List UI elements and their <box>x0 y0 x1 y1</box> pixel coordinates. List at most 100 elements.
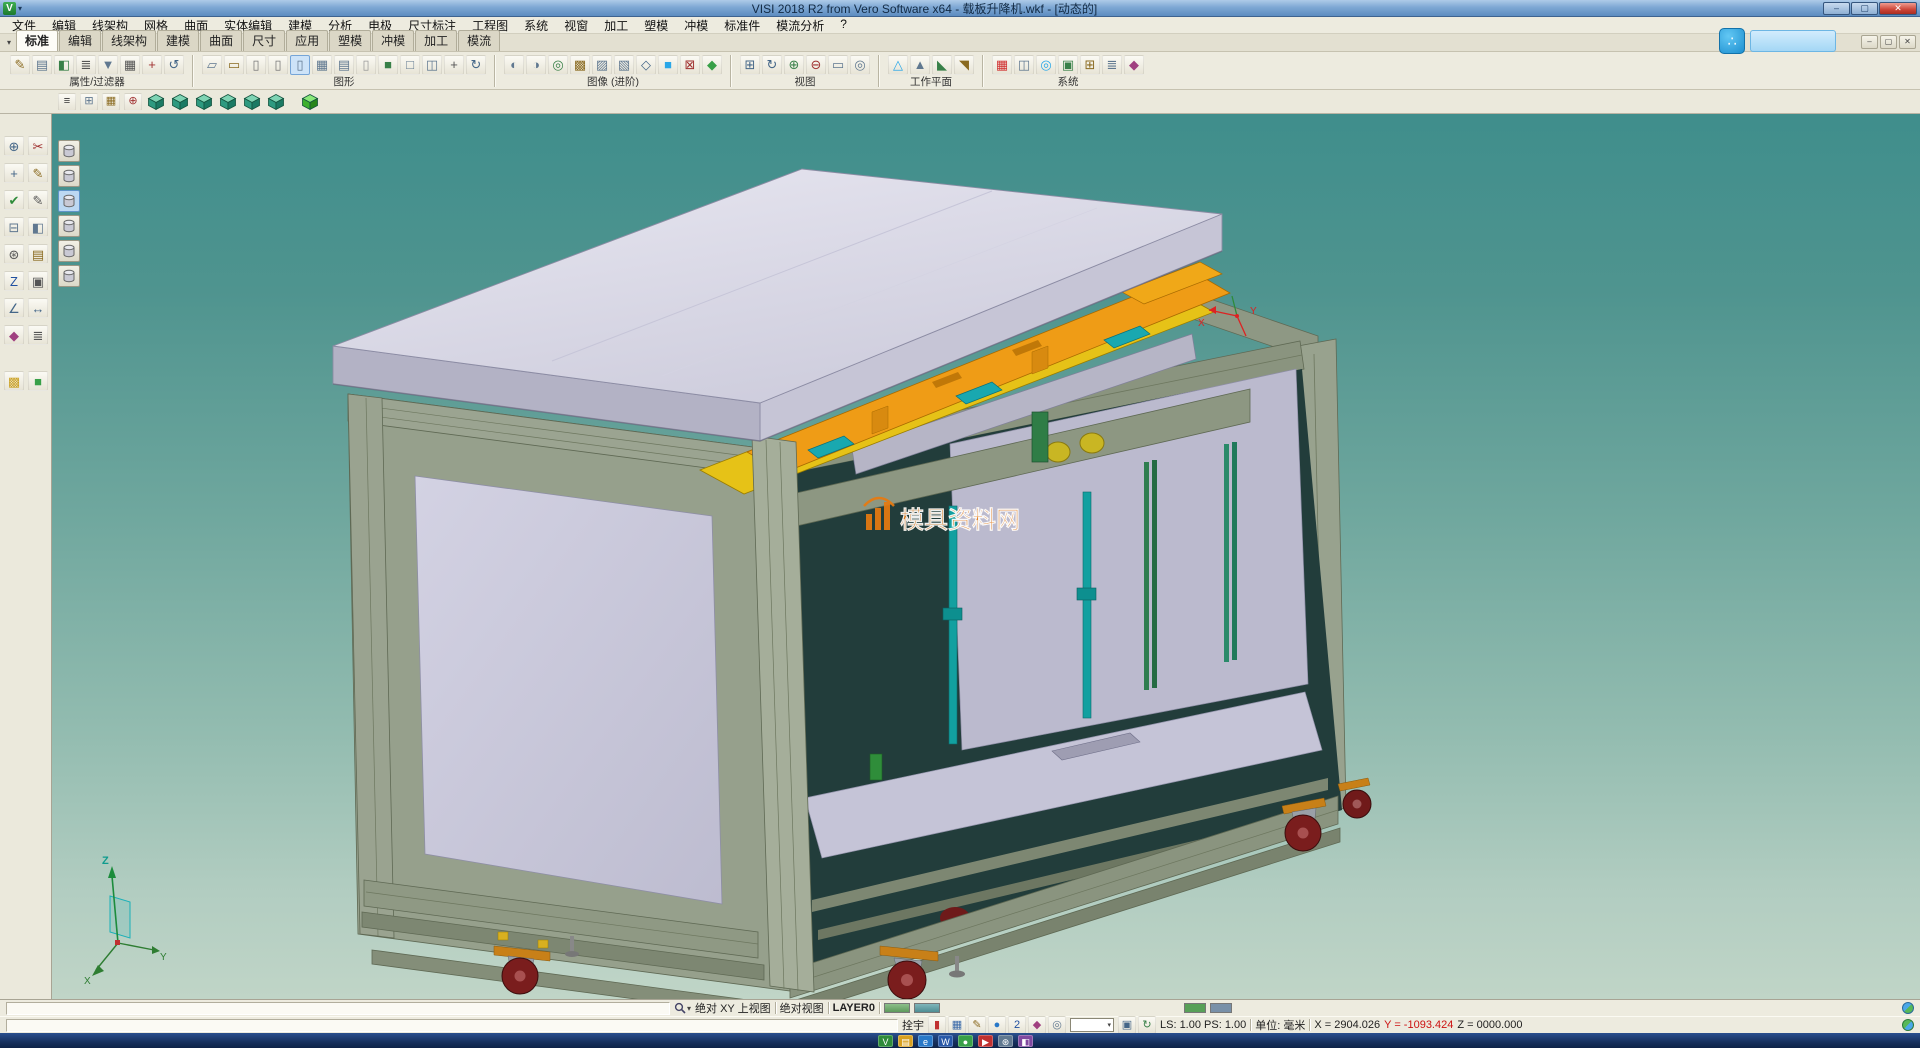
snap-lock-label[interactable]: 拴宇 <box>902 1017 924 1033</box>
grid-display-icon[interactable]: ▦ <box>312 55 332 75</box>
color-filter-icon[interactable]: ◧ <box>54 55 74 75</box>
display-section-icon[interactable] <box>58 265 80 287</box>
active-layer-label[interactable]: LAYER0 <box>833 1002 875 1014</box>
menu-item-17[interactable]: 标准件 <box>716 17 768 34</box>
save-icon[interactable]: ▣ <box>1118 1016 1136 1034</box>
tab-7[interactable]: 应用 <box>286 30 328 51</box>
material-icon[interactable]: ■ <box>658 55 678 75</box>
hatch-icon[interactable]: ▨ <box>592 55 612 75</box>
zoom-tool-icon[interactable]: ⊕ <box>4 136 24 156</box>
new-graphic-icon[interactable]: ▱ <box>202 55 222 75</box>
taskbar-doc-icon[interactable]: W <box>938 1035 953 1047</box>
taskbar-tools-icon[interactable]: ⊛ <box>998 1035 1013 1047</box>
taskbar-chat-icon[interactable]: ● <box>958 1035 973 1047</box>
display-shaded-icon[interactable] <box>58 190 80 212</box>
view-cube-side-icon[interactable] <box>194 92 214 112</box>
texture-icon[interactable]: ▩ <box>570 55 590 75</box>
snap-point-icon[interactable]: + <box>4 163 24 183</box>
menu-item-12[interactable]: 系统 <box>516 17 556 34</box>
tab-2[interactable]: 编辑 <box>59 30 101 51</box>
view-cube-top-icon[interactable] <box>146 92 166 112</box>
image-viewer-icon[interactable]: ▦ <box>948 1016 966 1034</box>
pick-filter-icon[interactable]: + <box>142 55 162 75</box>
menu-item-13[interactable]: 视窗 <box>556 17 596 34</box>
zoom-out-icon[interactable]: ⊖ <box>806 55 826 75</box>
quality-icon[interactable]: ◆ <box>702 55 722 75</box>
selection-grid-icon[interactable]: ⊞ <box>80 93 98 111</box>
tab-4[interactable]: 建模 <box>157 30 199 51</box>
plane-xy-icon[interactable]: ◣ <box>932 55 952 75</box>
notes-icon[interactable]: ▤ <box>28 244 48 264</box>
window-layout-icon[interactable]: ◫ <box>1014 55 1034 75</box>
display-ghost-icon[interactable] <box>58 240 80 262</box>
ucs-origin-icon[interactable]: ⊕ <box>124 93 142 111</box>
aux-color-swatch[interactable] <box>1184 1003 1206 1013</box>
aux-style-swatch[interactable] <box>1210 1003 1232 1013</box>
sketch-pencil-icon[interactable]: ✎ <box>28 163 48 183</box>
shaded-view-icon[interactable]: ◐ <box>504 55 524 75</box>
app-menu-caret-icon[interactable]: ▾ <box>18 4 22 13</box>
trim-tool-icon[interactable]: ✂ <box>28 136 48 156</box>
layers-icon[interactable]: ≣ <box>28 325 48 345</box>
stack-icon[interactable]: ■ <box>28 371 48 391</box>
settings-gear-icon[interactable]: ⊛ <box>4 244 24 264</box>
open-graphic-icon[interactable]: ▭ <box>224 55 244 75</box>
rotate-entity-icon[interactable]: ↻ <box>466 55 486 75</box>
move-entity-icon[interactable]: + <box>444 55 464 75</box>
measure-distance-icon[interactable]: ↔ <box>28 298 48 318</box>
shading-mode-icon[interactable]: ▯ <box>290 55 310 75</box>
solid-box-icon[interactable]: ■ <box>378 55 398 75</box>
mdi-minimize-button[interactable]: – <box>1861 35 1878 49</box>
zoom-fit-icon[interactable]: ◎ <box>850 55 870 75</box>
tab-8[interactable]: 塑模 <box>329 30 371 51</box>
menu-item-18[interactable]: 模流分析 <box>768 17 832 34</box>
cloud-sync-button[interactable]: ∴ <box>1719 28 1745 54</box>
render-icon[interactable]: ◎ <box>548 55 568 75</box>
rotate-view-icon[interactable]: ↻ <box>762 55 782 75</box>
taskbar-browser-icon[interactable]: e <box>918 1035 933 1047</box>
globe-settings-icon[interactable]: ◎ <box>1036 55 1056 75</box>
tab-9[interactable]: 冲模 <box>372 30 414 51</box>
edit-geometry-icon[interactable]: ✎ <box>28 190 48 210</box>
tab-10[interactable]: 加工 <box>415 30 457 51</box>
line-style-swatch[interactable] <box>914 1003 940 1013</box>
view-cube-front-icon[interactable] <box>170 92 190 112</box>
palette-status-icon[interactable]: ◆ <box>1028 1016 1046 1034</box>
macro-icon[interactable]: ⊞ <box>1080 55 1100 75</box>
transparency-icon[interactable]: ◇ <box>636 55 656 75</box>
surface-edit-icon[interactable]: ◧ <box>28 217 48 237</box>
database-icon[interactable]: ◎ <box>1048 1016 1066 1034</box>
maximize-button[interactable]: ▢ <box>1851 2 1878 15</box>
view-cube-iso-back-icon[interactable] <box>242 92 262 112</box>
lock-icon[interactable]: ▮ <box>928 1016 946 1034</box>
bounding-box-icon[interactable]: ▣ <box>28 271 48 291</box>
display-hidden-line-icon[interactable] <box>58 165 80 187</box>
connection-globe-icon[interactable] <box>1902 1019 1914 1031</box>
hatch-alt-icon[interactable]: ▧ <box>614 55 634 75</box>
zoom-in-icon[interactable]: ⊕ <box>784 55 804 75</box>
refresh-icon[interactable]: ↻ <box>1138 1016 1156 1034</box>
menu-item-19[interactable]: ? <box>832 17 855 34</box>
zoom-window-icon[interactable]: ▭ <box>828 55 848 75</box>
workplane-align-icon[interactable]: ▲ <box>910 55 930 75</box>
tab-overflow-button[interactable]: ▾ <box>2 35 16 51</box>
combine-view-icon[interactable]: ◫ <box>422 55 442 75</box>
tab-3[interactable]: 线架构 <box>102 30 156 51</box>
cylinder-primitive-icon[interactable]: ▯ <box>246 55 266 75</box>
solid-edit-icon[interactable]: ⊟ <box>4 217 24 237</box>
list-manager-icon[interactable]: ≣ <box>1102 55 1122 75</box>
taskbar-image-icon[interactable]: ◧ <box>1018 1035 1033 1047</box>
sheet-icon[interactable]: ▯ <box>356 55 376 75</box>
close-button[interactable]: ✕ <box>1879 2 1917 15</box>
table-display-icon[interactable]: ▤ <box>334 55 354 75</box>
attribute-pen-icon[interactable]: ✎ <box>10 55 30 75</box>
info-icon[interactable]: ● <box>988 1016 1006 1034</box>
view-ref-label[interactable]: 绝对视图 <box>780 1000 824 1016</box>
clip-plane-icon[interactable]: ⊠ <box>680 55 700 75</box>
half-shade-icon[interactable]: ◑ <box>526 55 546 75</box>
app-icon[interactable]: V <box>3 2 16 15</box>
line-color-swatch[interactable] <box>884 1003 910 1013</box>
cone-primitive-icon[interactable]: ▯ <box>268 55 288 75</box>
reset-filter-icon[interactable]: ↺ <box>164 55 184 75</box>
display-shaded-edges-icon[interactable] <box>58 215 80 237</box>
